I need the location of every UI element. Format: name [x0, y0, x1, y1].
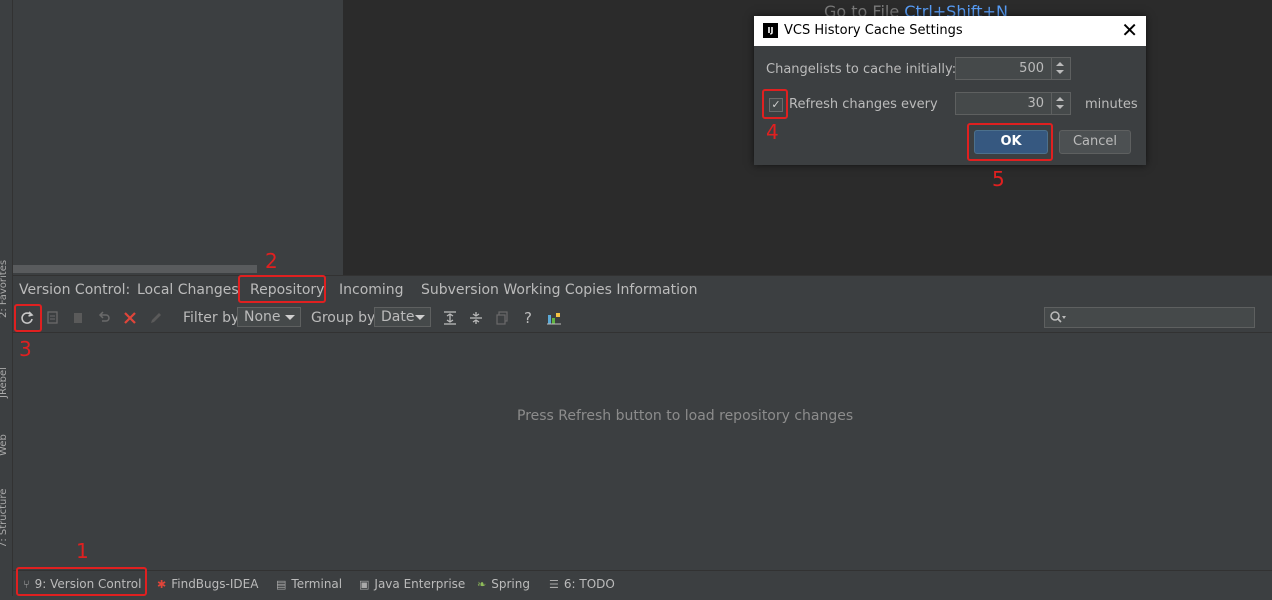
- java-ee-icon: ▣: [359, 578, 370, 591]
- edit-icon[interactable]: [147, 309, 165, 327]
- annotation-box-5: [967, 123, 1053, 161]
- spinner-up-icon[interactable]: [1056, 62, 1064, 66]
- web-tab[interactable]: Web: [0, 434, 9, 456]
- annotation-number-2: 2: [265, 249, 278, 273]
- terminal-icon: ▤: [276, 578, 287, 591]
- help-icon[interactable]: ?: [519, 309, 537, 327]
- dialog-title-bar[interactable]: IJ VCS History Cache Settings ✕: [754, 16, 1146, 46]
- changelists-value: 500: [1019, 61, 1044, 76]
- annotation-number-5: 5: [992, 167, 1005, 191]
- annotation-box-1: [16, 567, 147, 596]
- group-value: Date: [381, 309, 415, 325]
- bug-icon: ✱: [157, 578, 167, 591]
- annotation-box-2: [238, 275, 326, 303]
- annotation-number-1: 1: [76, 539, 89, 563]
- spinner-down-icon[interactable]: [1056, 70, 1064, 74]
- structure-tab[interactable]: 7: Structure: [0, 489, 9, 548]
- jrebel-tab[interactable]: JRebel: [0, 367, 9, 398]
- search-icon: [1049, 310, 1067, 328]
- empty-state-message: Press Refresh button to load repository …: [517, 408, 854, 424]
- left-tool-stripe: 2: Favorites JRebel Web 7: Structure: [0, 0, 13, 600]
- refresh-label: Refresh changes every: [789, 97, 938, 112]
- spinner-buttons[interactable]: [1051, 58, 1070, 79]
- expand-all-icon[interactable]: [441, 309, 459, 327]
- bottom-tool-bar: ⑂ 9: Version Control ✱ FindBugs-IDEA ▤ Term…: [13, 570, 1272, 597]
- vc-toolbar: Filter by None Group by Date ?: [13, 304, 1272, 333]
- chevron-down-icon: [285, 315, 295, 320]
- bottom-tab-java-enterprise[interactable]: ▣ Java Enterprise: [359, 577, 465, 591]
- group-select[interactable]: Date: [374, 307, 431, 327]
- spinner-down-icon[interactable]: [1056, 105, 1064, 109]
- project-horizontal-scrollbar[interactable]: [13, 265, 257, 273]
- changelists-spinner[interactable]: 500: [955, 57, 1071, 80]
- spinner-up-icon[interactable]: [1056, 97, 1064, 101]
- favorites-tab[interactable]: 2: Favorites: [0, 260, 9, 318]
- refresh-interval-spinner[interactable]: 30: [955, 92, 1071, 115]
- tab-incoming[interactable]: Incoming: [339, 282, 404, 298]
- chevron-down-icon: [415, 315, 425, 320]
- annotation-number-3: 3: [19, 337, 32, 361]
- bottom-tab-spring[interactable]: ❧ Spring: [477, 577, 530, 591]
- filter-value: None: [244, 309, 281, 325]
- intellij-logo-icon: IJ: [763, 23, 778, 38]
- filter-label: Filter by: [183, 310, 240, 326]
- group-label: Group by: [311, 310, 376, 326]
- cancel-button[interactable]: Cancel: [1059, 130, 1131, 154]
- spinner-buttons[interactable]: [1051, 93, 1070, 114]
- vcs-history-cache-dialog: IJ VCS History Cache Settings ✕ Changeli…: [754, 16, 1146, 165]
- copy2-icon[interactable]: [493, 309, 511, 327]
- bottom-tab-todo[interactable]: ☰ 6: TODO: [549, 577, 615, 591]
- tab-local-changes[interactable]: Local Changes: [137, 282, 239, 298]
- delete-icon[interactable]: [121, 309, 139, 327]
- refresh-unit: minutes: [1085, 97, 1138, 112]
- vc-title: Version Control:: [19, 282, 131, 298]
- repository-view: Press Refresh button to load repository …: [13, 333, 1272, 570]
- refresh-interval-value: 30: [1027, 96, 1044, 111]
- search-input[interactable]: [1044, 307, 1255, 328]
- todo-icon: ☰: [549, 578, 559, 591]
- status-bar: [0, 596, 1272, 600]
- bottom-tab-findbugs[interactable]: ✱ FindBugs-IDEA: [157, 577, 258, 591]
- project-panel: [13, 0, 342, 275]
- spring-icon: ❧: [477, 578, 487, 591]
- copy-icon[interactable]: [44, 309, 62, 327]
- bottom-tab-terminal[interactable]: ▤ Terminal: [276, 577, 342, 591]
- tab-subversion-working-copies[interactable]: Subversion Working Copies Information: [421, 282, 697, 298]
- annotation-number-4: 4: [766, 120, 779, 144]
- annotation-box-3: [14, 304, 42, 332]
- dialog-title: VCS History Cache Settings: [784, 23, 963, 38]
- changelists-label: Changelists to cache initially:: [766, 62, 957, 77]
- filter-select[interactable]: None: [237, 307, 301, 327]
- graph-icon[interactable]: [545, 309, 563, 327]
- paste-icon[interactable]: [69, 309, 87, 327]
- annotation-box-4: [762, 89, 788, 119]
- collapse-all-icon[interactable]: [467, 309, 485, 327]
- close-icon[interactable]: ✕: [1121, 19, 1138, 41]
- undo-icon[interactable]: [95, 309, 113, 327]
- vc-tab-bar: Version Control: Local Changes Repositor…: [13, 275, 1272, 305]
